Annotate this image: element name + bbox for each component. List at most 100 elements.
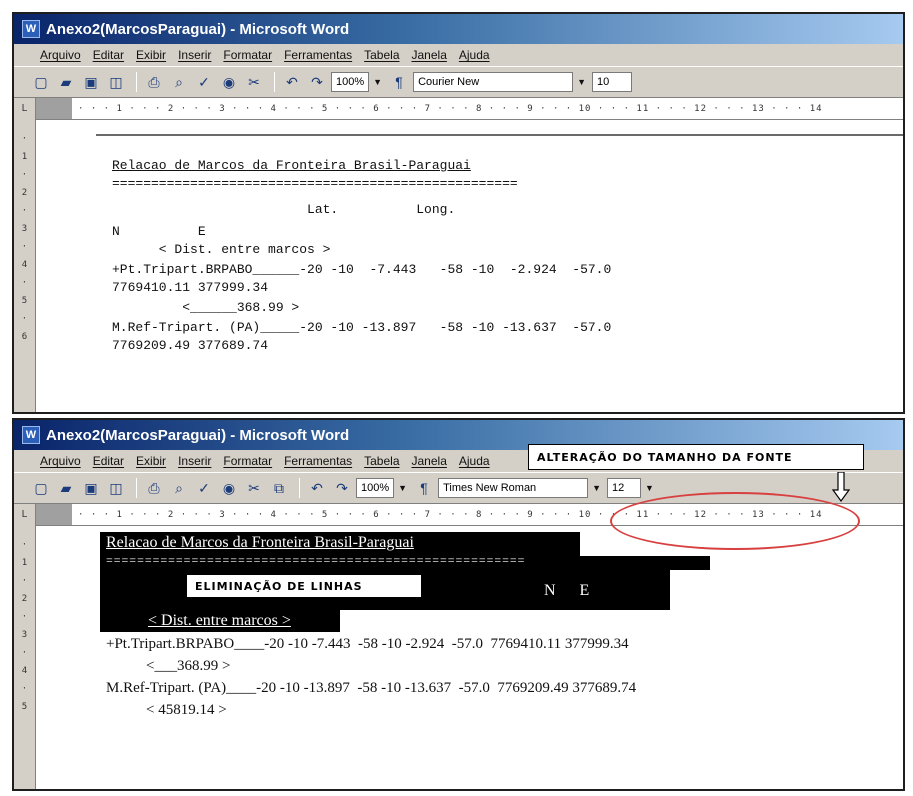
vruler-tick: 5 bbox=[21, 702, 28, 712]
doc-line: +Pt.Tripart.BRPABO______-20 -10 -7.443 -… bbox=[112, 262, 612, 277]
permission-icon[interactable]: ◫ bbox=[105, 71, 127, 93]
font-size-select[interactable]: 10 bbox=[591, 72, 632, 92]
horizontal-ruler: L · · · 1 · · · 2 · · · 3 · · · 4 · · · … bbox=[14, 97, 903, 120]
research-icon[interactable]: ◉ bbox=[218, 477, 240, 499]
menu-inserir[interactable]: Inserir bbox=[178, 48, 211, 62]
window-title: Anexo2(MarcosParaguai) - Microsoft Word bbox=[46, 20, 350, 38]
menu-janela[interactable]: Janela bbox=[412, 48, 447, 62]
document-area: · 1 · 2 · 3 · 4 · 5 Relacao de Marcos da… bbox=[14, 526, 903, 789]
callout-font-size: ALTERAÇÃO DO TAMANHO DA FONTE bbox=[528, 444, 864, 470]
print-icon[interactable]: ⎙ bbox=[143, 71, 165, 93]
spelling-icon[interactable]: ✓ bbox=[193, 71, 215, 93]
open-folder-icon[interactable]: ▰ bbox=[55, 71, 77, 93]
vruler-tick: 5 bbox=[21, 296, 28, 306]
tab-selector-icon[interactable]: L bbox=[14, 97, 36, 120]
chevron-down-icon[interactable]: ▼ bbox=[645, 483, 654, 493]
doc-heading: Relacao de Marcos da Fronteira Brasil-Pa… bbox=[106, 534, 414, 551]
redo-icon[interactable]: ↷ bbox=[306, 71, 328, 93]
font-name-select[interactable]: Courier New bbox=[413, 72, 574, 92]
doc-line: <___368.99 > bbox=[146, 658, 231, 674]
spelling-icon[interactable]: ✓ bbox=[193, 477, 215, 499]
doc-line: 7769410.11 377999.34 bbox=[112, 280, 269, 295]
menu-arquivo[interactable]: Arquivo bbox=[40, 454, 81, 468]
doc-line: M.Ref-Tripart. (PA)_____-20 -10 -13.897 … bbox=[112, 320, 612, 335]
chevron-down-icon[interactable]: ▼ bbox=[592, 483, 601, 493]
vertical-ruler: · 1 · 2 · 3 · 4 · 5 bbox=[14, 526, 36, 789]
font-style-icon[interactable]: ¶ bbox=[413, 477, 435, 499]
toolbar-separator bbox=[299, 478, 300, 498]
doc-line: <______368.99 > bbox=[112, 300, 300, 315]
menu-arquivo[interactable]: Arquivo bbox=[40, 48, 81, 62]
menu-formatar[interactable]: Formatar bbox=[223, 454, 272, 468]
vertical-ruler: · 1 · 2 · 3 · 4 · 5 · 6 bbox=[14, 120, 36, 412]
vruler-tick: · bbox=[21, 206, 28, 216]
menu-tabela[interactable]: Tabela bbox=[364, 454, 399, 468]
menu-editar[interactable]: Editar bbox=[93, 454, 124, 468]
chevron-down-icon[interactable]: ▼ bbox=[577, 77, 586, 87]
doc-line: < 45819.14 > bbox=[146, 702, 227, 718]
doc-line: M.Ref-Tripart. (PA)____-20 -10 -13.897 -… bbox=[106, 680, 637, 696]
menu-tabela[interactable]: Tabela bbox=[364, 48, 399, 62]
doc-line: +Pt.Tripart.BRPABO____-20 -10 -7.443 -58… bbox=[106, 636, 629, 652]
vruler-tick: 1 bbox=[21, 152, 28, 162]
menu-inserir[interactable]: Inserir bbox=[178, 454, 211, 468]
undo-icon[interactable]: ↶ bbox=[281, 71, 303, 93]
cut-icon[interactable]: ✂ bbox=[243, 71, 265, 93]
save-icon[interactable]: ▣ bbox=[80, 71, 102, 93]
page-header-rule bbox=[96, 134, 903, 136]
new-document-icon[interactable]: ▢ bbox=[30, 477, 52, 499]
new-document-icon[interactable]: ▢ bbox=[30, 71, 52, 93]
vruler-tick: 2 bbox=[21, 594, 28, 604]
open-folder-icon[interactable]: ▰ bbox=[55, 477, 77, 499]
chevron-down-icon[interactable]: ▼ bbox=[373, 77, 382, 87]
print-preview-icon[interactable]: ⌕ bbox=[168, 477, 190, 499]
chevron-down-icon[interactable]: ▼ bbox=[398, 483, 407, 493]
toolbar-separator bbox=[136, 72, 137, 92]
window-title: Anexo2(MarcosParaguai) - Microsoft Word bbox=[46, 426, 350, 444]
vruler-tick: · bbox=[21, 278, 28, 288]
research-icon[interactable]: ◉ bbox=[218, 71, 240, 93]
vruler-tick: · bbox=[21, 648, 28, 658]
doc-line: < Dist. entre marcos > bbox=[112, 242, 331, 257]
copy-icon[interactable]: ⧉ bbox=[268, 477, 290, 499]
print-preview-icon[interactable]: ⌕ bbox=[168, 71, 190, 93]
vruler-tick: 4 bbox=[21, 260, 28, 270]
word-window-after: W Anexo2(MarcosParaguai) - Microsoft Wor… bbox=[12, 418, 905, 791]
save-icon[interactable]: ▣ bbox=[80, 477, 102, 499]
document-area: · 1 · 2 · 3 · 4 · 5 · 6 Relacao de Marco… bbox=[14, 120, 903, 412]
font-style-icon[interactable]: ¶ bbox=[388, 71, 410, 93]
menu-formatar[interactable]: Formatar bbox=[223, 48, 272, 62]
font-name-select[interactable]: Times New Roman bbox=[438, 478, 589, 498]
vruler-tick: · bbox=[21, 314, 28, 324]
permission-icon[interactable]: ◫ bbox=[105, 477, 127, 499]
undo-icon[interactable]: ↶ bbox=[306, 477, 328, 499]
redo-icon[interactable]: ↷ bbox=[331, 477, 353, 499]
word-app-icon: W bbox=[22, 426, 40, 444]
menu-ferramentas[interactable]: Ferramentas bbox=[284, 454, 352, 468]
cut-icon[interactable]: ✂ bbox=[243, 477, 265, 499]
print-icon[interactable]: ⎙ bbox=[143, 477, 165, 499]
menu-janela[interactable]: Janela bbox=[412, 454, 447, 468]
highlight-ellipse bbox=[610, 492, 860, 550]
vruler-tick: 3 bbox=[21, 630, 28, 640]
tab-selector-icon[interactable]: L bbox=[14, 503, 36, 526]
ruler-margin bbox=[36, 504, 72, 525]
zoom-select[interactable]: 100% bbox=[356, 478, 395, 498]
document-page[interactable]: Relacao de Marcos da Fronteira Brasil-Pa… bbox=[36, 120, 903, 412]
vruler-tick: · bbox=[21, 612, 28, 622]
menu-exibir[interactable]: Exibir bbox=[136, 454, 166, 468]
menu-ferramentas[interactable]: Ferramentas bbox=[284, 48, 352, 62]
doc-line: N E bbox=[544, 582, 590, 599]
doc-line: < Dist. entre marcos > bbox=[148, 612, 291, 629]
vruler-tick: · bbox=[21, 540, 28, 550]
document-page[interactable]: Relacao de Marcos da Fronteira Brasil-Pa… bbox=[36, 526, 903, 789]
vruler-tick: 6 bbox=[21, 332, 28, 342]
vruler-tick: 1 bbox=[21, 558, 28, 568]
font-size-select[interactable]: 12 bbox=[606, 478, 641, 498]
menu-ajuda[interactable]: Ajuda bbox=[459, 48, 490, 62]
zoom-select[interactable]: 100% bbox=[331, 72, 370, 92]
menu-exibir[interactable]: Exibir bbox=[136, 48, 166, 62]
menu-editar[interactable]: Editar bbox=[93, 48, 124, 62]
vruler-tick: · bbox=[21, 242, 28, 252]
menu-ajuda[interactable]: Ajuda bbox=[459, 454, 490, 468]
